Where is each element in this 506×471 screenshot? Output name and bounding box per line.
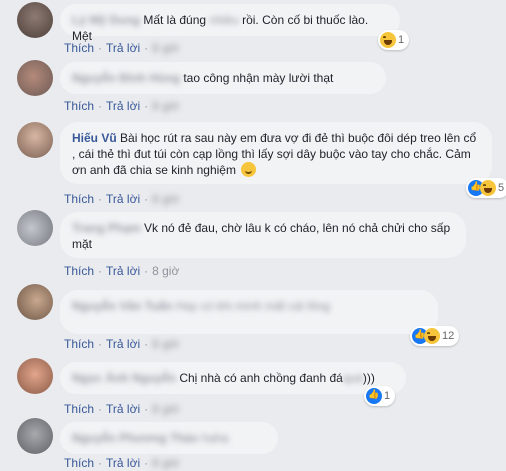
avatar[interactable]	[17, 418, 53, 454]
haha-icon	[480, 180, 496, 196]
separator: ·	[144, 192, 149, 206]
comment-text-blurred: quá	[342, 371, 363, 385]
timestamp[interactable]: 8 giờ	[152, 41, 179, 55]
comment-bubble: Lý Mỹ Dung Mất là đúng nhiều rồi. Còn cố…	[60, 4, 400, 43]
comment-text-end: )))	[362, 371, 375, 385]
separator: ·	[98, 402, 103, 416]
reaction-count: 12	[442, 330, 455, 342]
separator: ·	[98, 192, 103, 206]
reply-link[interactable]: Trả lời	[106, 264, 140, 278]
avatar[interactable]	[17, 60, 53, 96]
haha-icon	[424, 328, 440, 344]
commenter-name[interactable]: Nguyễn Văn Tuấn	[72, 299, 172, 313]
reply-link[interactable]: Trả lời	[106, 456, 140, 470]
comment-actions: Thích · Trả lời · 8 giờ	[64, 41, 179, 55]
avatar[interactable]	[17, 358, 53, 394]
separator: ·	[98, 337, 103, 351]
haha-icon	[380, 32, 396, 48]
reply-link[interactable]: Trả lời	[106, 99, 140, 113]
reaction-summary[interactable]: 1	[364, 386, 396, 406]
comment-actions: Thích · Trả lời · 8 giờ	[64, 264, 179, 278]
reaction-count: 1	[384, 390, 391, 402]
comment-text: tao công nhận mày lười thạt	[183, 71, 334, 85]
comment-bubble: Hiếu Vũ Bài học rút ra sau này em đưa vợ…	[60, 122, 492, 184]
comment-text: Chị nhà có anh chồng đanh đá	[179, 371, 343, 385]
comment-text: Mất là đúng	[143, 13, 210, 27]
like-link[interactable]: Thích	[64, 402, 94, 416]
like-link[interactable]: Thích	[64, 41, 94, 55]
comment-bubble: Ngọc Ánh Nguyễn Chị nhà có anh chồng đan…	[60, 362, 406, 394]
separator: ·	[98, 456, 103, 470]
reaction-count: 5	[498, 182, 505, 194]
timestamp[interactable]: 8 giờ	[152, 456, 179, 470]
commenter-name[interactable]: Hiếu Vũ	[72, 131, 117, 145]
comment-bubble: Nguyễn Phương Thảo haha	[60, 422, 278, 454]
commenter-name[interactable]: Trang Phạm	[72, 221, 141, 235]
smile-emoji-icon	[241, 162, 257, 177]
reply-link[interactable]: Trả lời	[106, 192, 140, 206]
comment-text: Bài học rút ra sau này em đưa vợ đi đẻ t…	[72, 131, 477, 177]
separator: ·	[144, 337, 149, 351]
separator: ·	[98, 264, 103, 278]
reply-link[interactable]: Trả lời	[106, 402, 140, 416]
timestamp[interactable]: 8 giờ	[152, 99, 179, 113]
separator: ·	[98, 99, 103, 113]
comment-actions: Thích · Trả lời · 8 giờ	[64, 402, 179, 416]
comment-text-blurred: Hay có khi mình mất cái lồng	[175, 299, 330, 313]
comment-text-blurred: nhiều	[209, 13, 239, 27]
reaction-summary[interactable]: 5	[466, 178, 506, 198]
separator: ·	[144, 99, 149, 113]
timestamp[interactable]: 8 giờ	[152, 402, 179, 416]
like-link[interactable]: Thích	[64, 264, 94, 278]
reaction-count: 1	[398, 34, 405, 46]
commenter-name[interactable]: Nguyễn Đình Hùng	[72, 71, 180, 85]
comment-actions: Thích · Trả lời · 8 giờ	[64, 456, 179, 470]
comment-bubble: Trang Phạm Vk nó đẻ đau, chờ lâu k có ch…	[60, 212, 466, 258]
like-link[interactable]: Thích	[64, 99, 94, 113]
timestamp[interactable]: 8 giờ	[152, 192, 179, 206]
comment-actions: Thích · Trả lời · 8 giờ	[64, 337, 179, 351]
separator: ·	[98, 41, 103, 55]
comment-actions: Thích · Trả lời · 8 giờ	[64, 192, 179, 206]
comment-text-blurred: haha	[201, 431, 229, 445]
timestamp[interactable]: 8 giờ	[152, 264, 179, 278]
avatar[interactable]	[17, 210, 53, 246]
separator: ·	[144, 41, 149, 55]
commenter-name[interactable]: Lý Mỹ Dung	[72, 13, 140, 27]
avatar[interactable]	[17, 2, 53, 38]
like-icon	[366, 388, 382, 404]
separator: ·	[144, 456, 149, 470]
reply-link[interactable]: Trả lời	[106, 337, 140, 351]
reaction-summary[interactable]: 1	[378, 30, 410, 50]
like-link[interactable]: Thích	[64, 192, 94, 206]
like-link[interactable]: Thích	[64, 456, 94, 470]
avatar[interactable]	[17, 284, 53, 320]
separator: ·	[144, 402, 149, 416]
like-link[interactable]: Thích	[64, 337, 94, 351]
comment-bubble: Nguyễn Đình Hùng tao công nhận mày lười …	[60, 62, 386, 94]
avatar[interactable]	[17, 122, 53, 158]
separator: ·	[144, 264, 149, 278]
commenter-name[interactable]: Ngọc Ánh Nguyễn	[72, 371, 176, 385]
commenter-name[interactable]: Nguyễn Phương Thảo	[72, 431, 199, 445]
reply-link[interactable]: Trả lời	[106, 41, 140, 55]
timestamp[interactable]: 8 giờ	[152, 337, 179, 351]
reaction-summary[interactable]: 12	[410, 326, 460, 346]
comment-actions: Thích · Trả lời · 8 giờ	[64, 99, 179, 113]
comment-bubble: Nguyễn Văn Tuấn Hay có khi mình mất cái …	[60, 290, 438, 334]
